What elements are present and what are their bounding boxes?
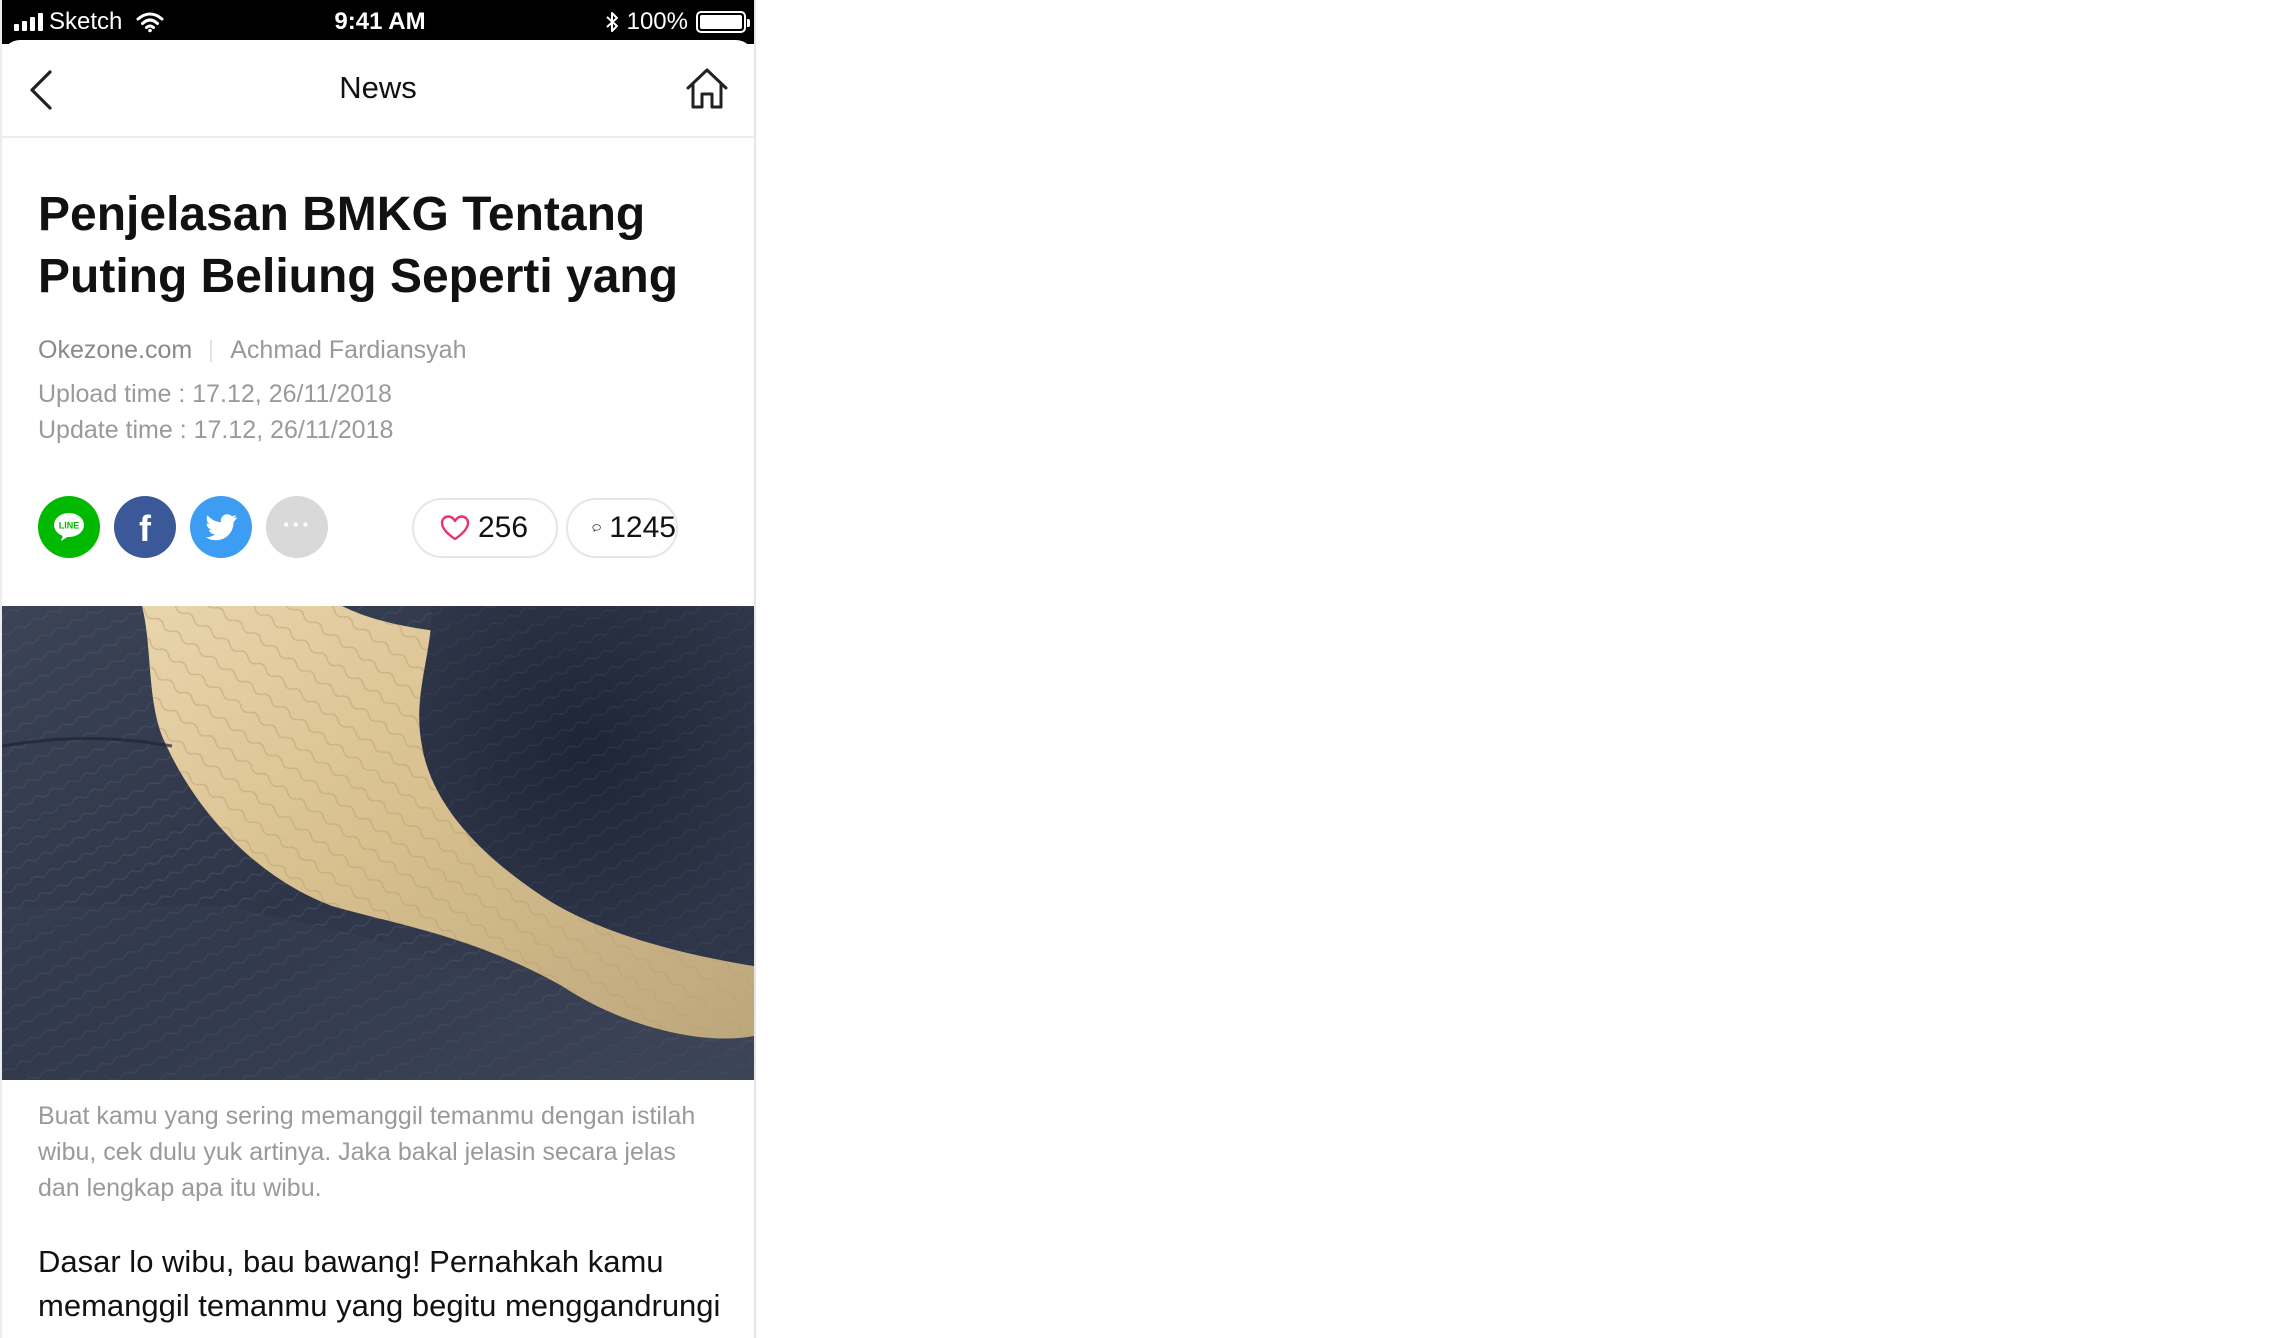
update-time: Update time : 17.12, 26/11/2018 (38, 416, 394, 444)
twitter-share-button[interactable] (190, 496, 252, 558)
upload-time: Upload time : 17.12, 26/11/2018 (38, 380, 392, 408)
battery-percent: 100% (626, 8, 688, 35)
line-label: LINE (59, 521, 80, 531)
like-button[interactable]: 256 (412, 498, 558, 558)
nav-bar: News (2, 40, 754, 138)
meta-divider (210, 339, 213, 362)
phone-screen: Sketch 9:41 AM 100% News Penjelasan BMKG… (0, 0, 756, 1338)
facebook-share-button[interactable]: f (114, 496, 176, 558)
sand-dune-photo (2, 606, 754, 1080)
article-author: Achmad Fardiansyah (230, 336, 467, 364)
article-source[interactable]: Okezone.com (38, 336, 192, 365)
article-hero-image (2, 606, 754, 1080)
like-count: 256 (478, 511, 529, 544)
status-right: 100% (605, 8, 750, 36)
more-icon: ··· (282, 508, 312, 539)
article-body: Dasar lo wibu, bau bawang! Pernahkah kam… (38, 1244, 721, 1338)
battery-icon (696, 11, 750, 33)
battery-fill (700, 15, 742, 29)
facebook-icon: f (139, 508, 151, 549)
heart-icon (440, 515, 470, 541)
comment-button[interactable]: 1245 (566, 498, 678, 558)
home-icon[interactable] (684, 66, 730, 112)
page-title: News (339, 70, 417, 105)
article-meta: Okezone.com Achmad Fardiansyah (38, 336, 466, 365)
bluetooth-icon (605, 12, 618, 32)
line-share-button[interactable]: LINE (38, 496, 100, 558)
status-bar: Sketch 9:41 AM 100% (2, 0, 754, 44)
more-share-button[interactable]: ··· (266, 496, 328, 558)
article-headline: Penjelasan BMKG Tentang Puting Beliung S… (38, 188, 679, 303)
twitter-icon (205, 514, 237, 541)
comment-count: 1245 (609, 511, 676, 544)
image-caption: Buat kamu yang sering memanggil temanmu … (38, 1102, 696, 1202)
comment-icon (592, 524, 601, 532)
line-icon: LINE (54, 513, 84, 541)
